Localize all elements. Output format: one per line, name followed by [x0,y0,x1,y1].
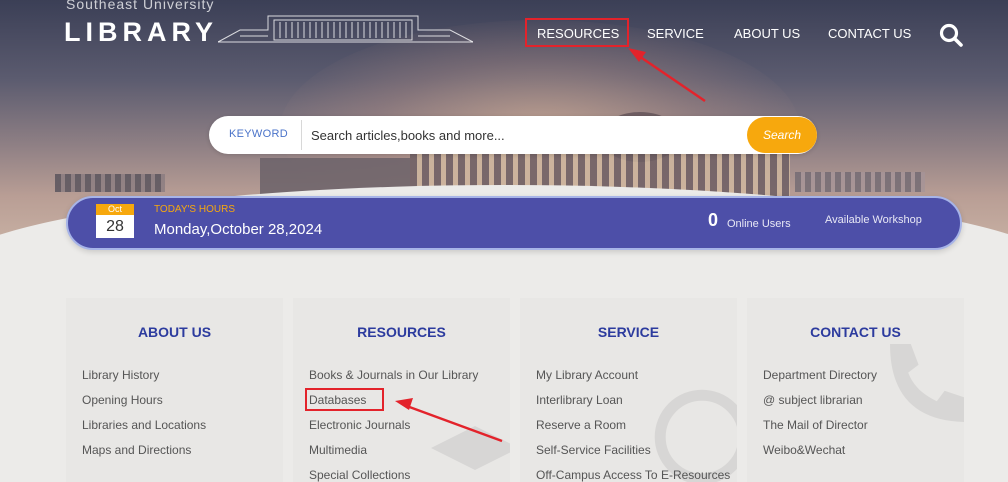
column-title[interactable]: SERVICE [520,324,737,340]
calendar-month: Oct [96,204,134,215]
online-users-count: 0 [708,210,719,230]
list-item[interactable]: Special Collections [309,468,504,482]
nav-service[interactable]: SERVICE [647,26,704,41]
search-button[interactable]: Search [747,117,817,153]
highlight-box-resources-nav [525,18,629,47]
list-item[interactable]: Electronic Journals [309,418,504,443]
logo-building-icon [218,15,473,43]
logo-subtitle: Southeast University [66,0,215,12]
list-item[interactable]: Department Directory [763,368,958,393]
search-bar: KEYWORD Search [209,116,817,154]
list-item[interactable]: Weibo&Wechat [763,443,958,468]
list-item[interactable]: My Library Account [536,368,731,393]
available-workshop-link[interactable]: Available Workshop [825,214,922,226]
list-item[interactable]: Off-Campus Access To E-Resources [536,468,731,482]
column-title[interactable]: RESOURCES [293,324,510,340]
column-title[interactable]: ABOUT US [66,324,283,340]
online-users-label: Online Users [727,218,791,230]
highlight-box-databases [305,388,384,411]
today-date: Monday,October 28,2024 [154,221,323,238]
nav-about-us[interactable]: ABOUT US [734,26,800,41]
list-item[interactable]: Multimedia [309,443,504,468]
search-input[interactable] [311,122,731,148]
list-item[interactable]: The Mail of Director [763,418,958,443]
list-item[interactable]: Library History [82,368,277,393]
list-item[interactable]: Reserve a Room [536,418,731,443]
calendar-icon: Oct 28 [96,204,136,240]
list-item[interactable]: Opening Hours [82,393,277,418]
column-title[interactable]: CONTACT US [747,324,964,340]
list-item[interactable]: Maps and Directions [82,443,277,468]
logo-title[interactable]: LIBRARY [64,17,218,48]
hours-bar: Oct 28 TODAY'S HOURS Monday,October 28,2… [66,196,962,250]
about-us-column: ABOUT US Library History Opening Hours L… [66,298,283,482]
keyword-label[interactable]: KEYWORD [229,128,288,140]
todays-hours-label[interactable]: TODAY'S HOURS [154,204,235,215]
list-item[interactable]: Interlibrary Loan [536,393,731,418]
list-item[interactable]: Self-Service Facilities [536,443,731,468]
search-divider [301,120,302,150]
distant-building-right [795,172,925,192]
list-item[interactable]: Libraries and Locations [82,418,277,443]
service-column: SERVICE My Library Account Interlibrary … [520,298,737,482]
nav-contact-us[interactable]: CONTACT US [828,26,911,41]
contact-us-column: CONTACT US Department Directory @ subjec… [747,298,964,482]
search-icon[interactable] [938,22,964,48]
calendar-day: 28 [96,215,134,238]
distant-building-left [55,174,165,192]
list-item[interactable]: @ subject librarian [763,393,958,418]
